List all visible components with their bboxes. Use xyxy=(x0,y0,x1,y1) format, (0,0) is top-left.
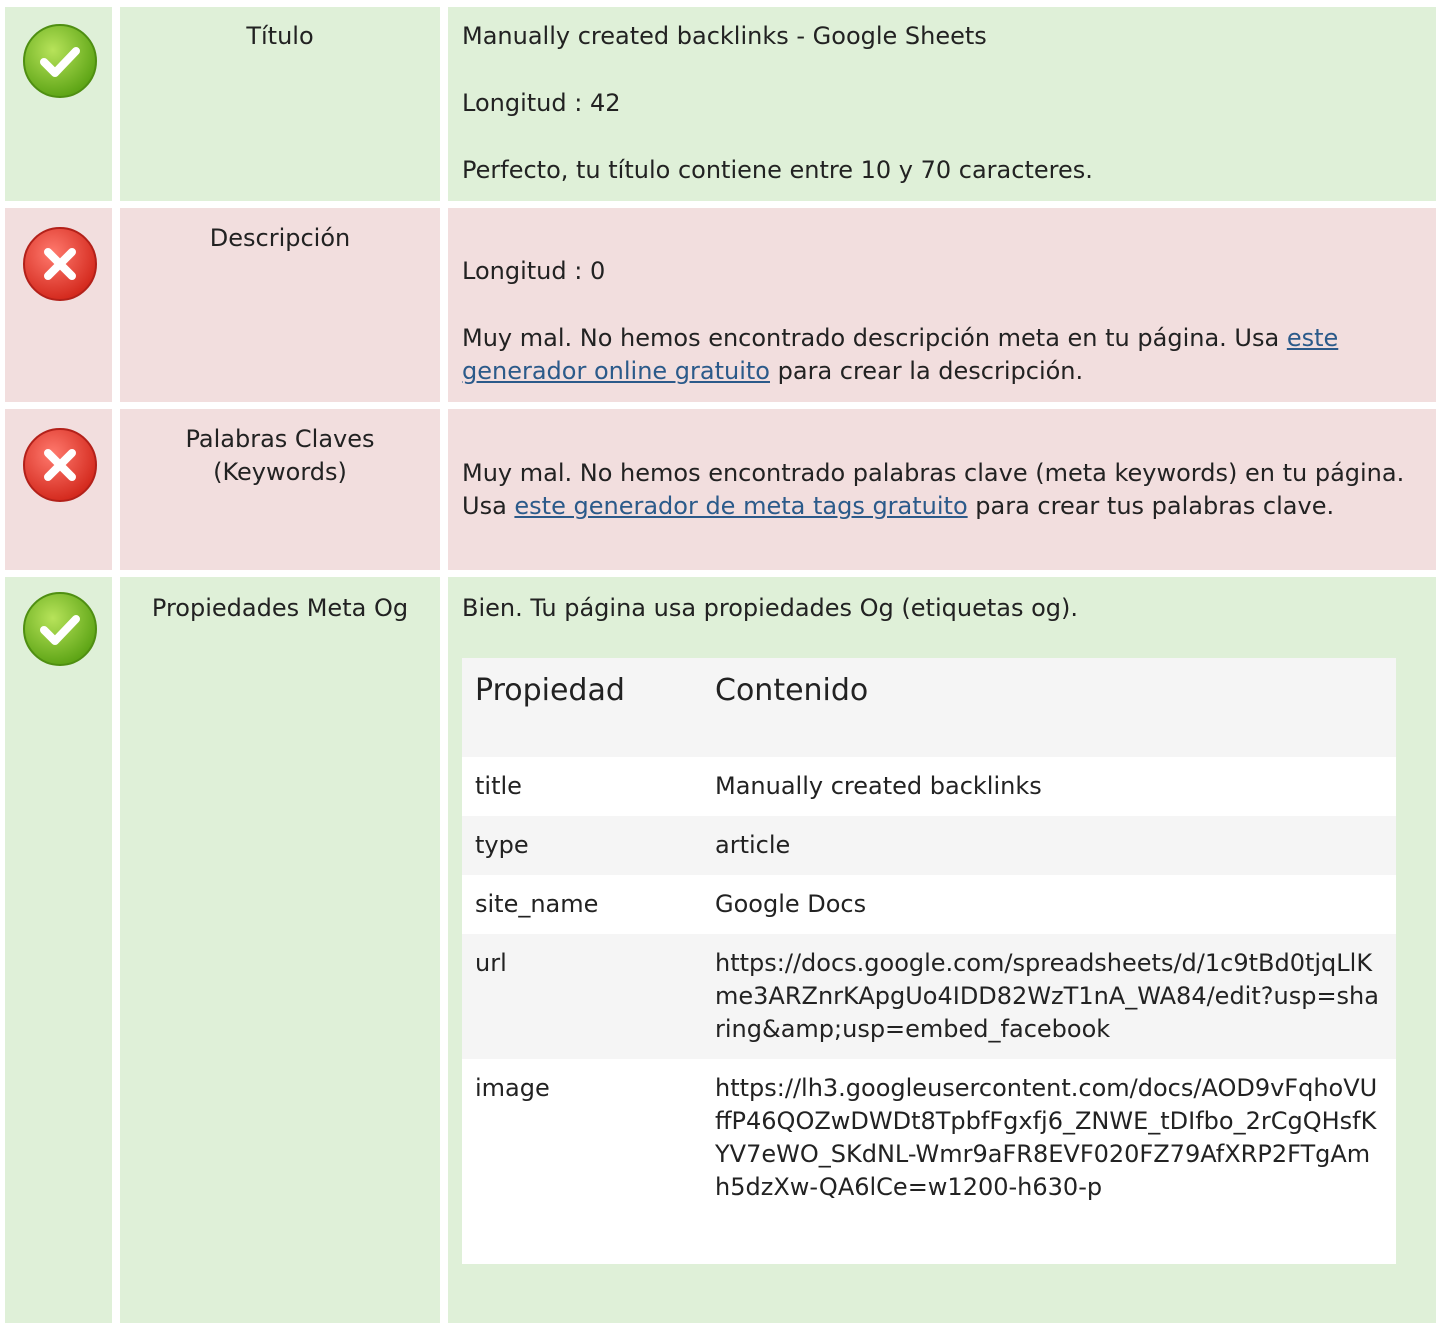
meta-tags-generator-link[interactable]: este generador de meta tags gratuito xyxy=(514,492,967,520)
content-cell: Bien. Tu página usa propiedades Og (etiq… xyxy=(448,577,1436,1323)
content-cell: Muy mal. No hemos encontrado palabras cl… xyxy=(448,409,1436,570)
row-label: Título xyxy=(246,22,314,50)
content-cell: article xyxy=(702,816,1396,875)
content-cell: https://lh3.googleusercontent.com/docs/A… xyxy=(702,1059,1396,1264)
property-cell: title xyxy=(462,757,702,816)
content-cell: https://docs.google.com/spreadsheets/d/1… xyxy=(702,934,1396,1059)
message-text: Muy mal. No hemos encontrado descripción… xyxy=(462,324,1287,352)
property-cell: type xyxy=(462,816,702,875)
message-text: para crear la descripción. xyxy=(770,357,1084,385)
status-cell xyxy=(5,208,112,402)
seo-row-description: Descripción Longitud : 0 Muy mal. No hem… xyxy=(0,208,1445,402)
status-cell xyxy=(5,7,112,201)
error-x-icon xyxy=(23,428,97,502)
property-cell: site_name xyxy=(462,875,702,934)
table-row: image https://lh3.googleusercontent.com/… xyxy=(462,1059,1396,1264)
property-cell: image xyxy=(462,1059,702,1264)
seo-row-title: Título Manually created backlinks - Goog… xyxy=(0,7,1445,201)
check-icon xyxy=(23,592,97,666)
title-message: Perfecto, tu título contiene entre 10 y … xyxy=(462,156,1093,184)
table-row: site_name Google Docs xyxy=(462,875,1396,934)
label-cell: Título xyxy=(120,7,440,201)
row-label-line: (Keywords) xyxy=(213,458,347,486)
error-x-icon xyxy=(23,227,97,301)
seo-row-keywords: Palabras Claves (Keywords) Muy mal. No h… xyxy=(0,409,1445,570)
table-header-row: Propiedad Contenido xyxy=(462,658,1396,757)
og-message: Bien. Tu página usa propiedades Og (etiq… xyxy=(462,594,1078,622)
table-row: title Manually created backlinks xyxy=(462,757,1396,816)
content-cell: Google Docs xyxy=(702,875,1396,934)
description-length: Longitud : 0 xyxy=(462,257,606,285)
column-header-content: Contenido xyxy=(702,658,1396,757)
status-cell xyxy=(5,577,112,1323)
label-cell: Propiedades Meta Og xyxy=(120,577,440,1323)
title-value: Manually created backlinks - Google Shee… xyxy=(462,22,987,50)
property-cell: url xyxy=(462,934,702,1059)
column-header-property: Propiedad xyxy=(462,658,702,757)
row-label: Propiedades Meta Og xyxy=(151,594,409,622)
title-length: Longitud : 42 xyxy=(462,89,621,117)
label-cell: Palabras Claves (Keywords) xyxy=(120,409,440,570)
message-text: para crear tus palabras clave. xyxy=(967,492,1335,520)
content-cell: Manually created backlinks - Google Shee… xyxy=(448,7,1436,201)
seo-row-og: Propiedades Meta Og Bien. Tu página usa … xyxy=(0,577,1445,1323)
content-cell: Longitud : 0 Muy mal. No hemos encontrad… xyxy=(448,208,1436,402)
keywords-message: Muy mal. No hemos encontrado palabras cl… xyxy=(462,457,1416,523)
content-cell: Manually created backlinks xyxy=(702,757,1396,816)
row-label: Palabras Claves (Keywords) xyxy=(120,423,440,489)
label-cell: Descripción xyxy=(120,208,440,402)
table-row: type article xyxy=(462,816,1396,875)
check-icon xyxy=(23,24,97,98)
og-properties-table: Propiedad Contenido title Manually creat… xyxy=(462,658,1396,1264)
status-cell xyxy=(5,409,112,570)
description-message: Muy mal. No hemos encontrado descripción… xyxy=(462,322,1416,388)
row-label: Descripción xyxy=(209,224,351,252)
row-label-line: Palabras Claves xyxy=(185,425,375,453)
table-row: url https://docs.google.com/spreadsheets… xyxy=(462,934,1396,1059)
